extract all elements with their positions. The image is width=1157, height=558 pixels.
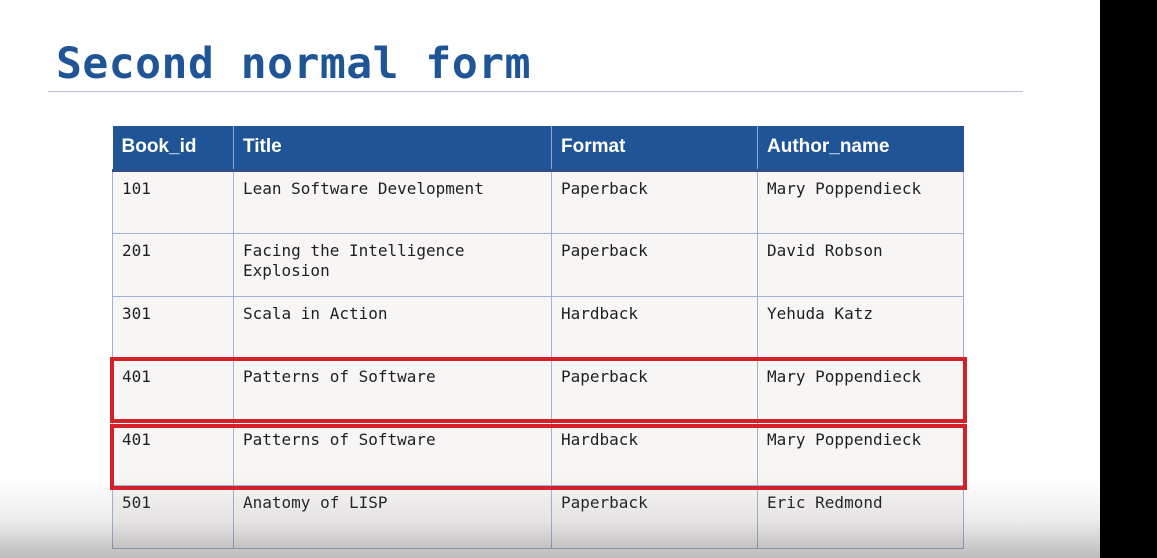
cell-book-id: 501 bbox=[112, 484, 234, 549]
title-divider bbox=[48, 91, 1023, 92]
cell-author-name: Mary Poppendieck bbox=[757, 421, 964, 486]
cell-format: Paperback bbox=[551, 169, 758, 234]
cell-title: Facing the Intelligence Explosion bbox=[233, 232, 552, 297]
cell-author-name: David Robson bbox=[757, 232, 964, 297]
cell-book-id: 401 bbox=[112, 421, 234, 486]
slide-title: Second normal form bbox=[56, 39, 531, 89]
table-header-row: Book_id Title Format Author_name bbox=[112, 126, 964, 172]
table-row: 501 Anatomy of LISP Paperback Eric Redmo… bbox=[112, 484, 964, 549]
cell-title: Lean Software Development bbox=[233, 169, 552, 234]
cell-author-name: Eric Redmond bbox=[757, 484, 964, 549]
table-row: 401 Patterns of Software Hardback Mary P… bbox=[112, 421, 964, 486]
slide: Second normal form Book_id Title Format … bbox=[0, 0, 1100, 558]
cell-format: Paperback bbox=[551, 484, 758, 549]
books-table: Book_id Title Format Author_name 101 Lea… bbox=[112, 126, 964, 549]
cell-author-name: Mary Poppendieck bbox=[757, 358, 964, 423]
cell-book-id: 201 bbox=[112, 232, 234, 297]
cell-format: Paperback bbox=[551, 232, 758, 297]
cell-book-id: 101 bbox=[112, 169, 234, 234]
cell-author-name: Mary Poppendieck bbox=[757, 169, 964, 234]
cell-book-id: 401 bbox=[112, 358, 234, 423]
column-header-book-id: Book_id bbox=[112, 126, 234, 172]
cell-format: Paperback bbox=[551, 358, 758, 423]
table-row: 401 Patterns of Software Paperback Mary … bbox=[112, 358, 964, 423]
cell-title: Patterns of Software bbox=[233, 421, 552, 486]
cell-title: Anatomy of LISP bbox=[233, 484, 552, 549]
cell-author-name: Yehuda Katz bbox=[757, 295, 964, 360]
column-header-author-name: Author_name bbox=[757, 126, 964, 172]
table-row: 101 Lean Software Development Paperback … bbox=[112, 169, 964, 234]
cell-format: Hardback bbox=[551, 421, 758, 486]
cell-title: Scala in Action bbox=[233, 295, 552, 360]
cell-book-id: 301 bbox=[112, 295, 234, 360]
table-row: 301 Scala in Action Hardback Yehuda Katz bbox=[112, 295, 964, 360]
table-row: 201 Facing the Intelligence Explosion Pa… bbox=[112, 232, 964, 297]
column-header-format: Format bbox=[551, 126, 758, 172]
cell-title: Patterns of Software bbox=[233, 358, 552, 423]
cell-format: Hardback bbox=[551, 295, 758, 360]
column-header-title: Title bbox=[233, 126, 552, 172]
